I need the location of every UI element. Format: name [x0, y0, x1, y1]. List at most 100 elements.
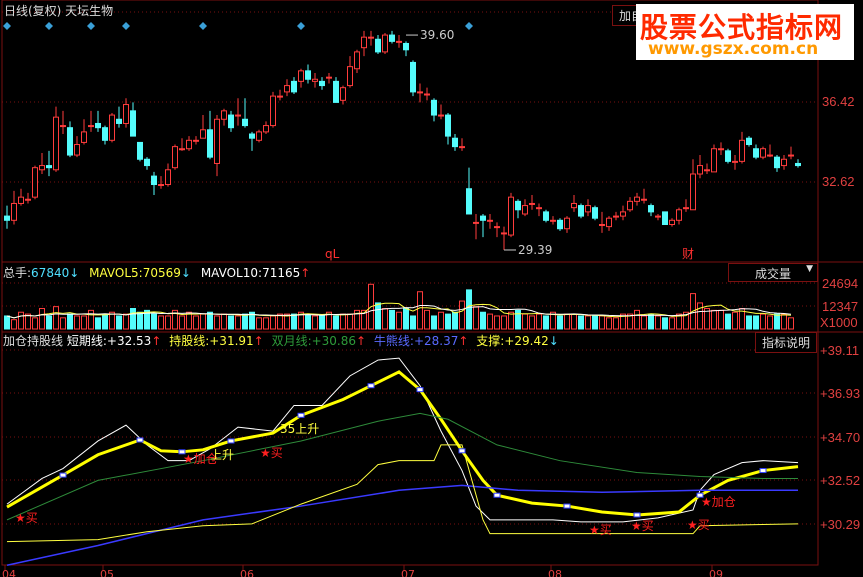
volume-bar: [60, 317, 66, 330]
volume-bar: [571, 313, 577, 330]
candle-down: [480, 215, 486, 221]
volume-bar: [165, 315, 171, 330]
candle-up: [417, 91, 423, 94]
volume-axis-label: 24694: [822, 276, 859, 291]
volume-bar: [452, 311, 458, 330]
volume-bar: [487, 313, 493, 330]
arrow-up-icon: ↑: [253, 334, 264, 348]
date-label: 06: [240, 568, 254, 577]
volume-bar: [214, 315, 220, 330]
candle-up: [221, 110, 227, 120]
candle-down: [753, 148, 759, 158]
selector-value: 成交量: [755, 267, 792, 281]
candle-up: [74, 144, 80, 156]
stock-chart-window: 日线(复权) 天坛生物 加自 股票公式指标网 www.gszx.com.cn 3…: [0, 0, 863, 577]
volume-bar: [599, 315, 605, 330]
candle-up: [284, 85, 290, 93]
volume-bar: [389, 309, 395, 330]
volume-bar: [669, 317, 675, 330]
indicator-line-双月线: [6, 412, 798, 521]
candle-up: [711, 148, 717, 173]
date-label: 04: [2, 568, 16, 577]
candle-up: [508, 196, 514, 236]
mavol5-value: 70569: [142, 266, 181, 280]
indicator-selector[interactable]: 成交量 ▼: [728, 263, 818, 282]
volume-bar: [753, 315, 759, 330]
indicator-line-牛熊线: [6, 484, 798, 566]
candle-up: [60, 125, 66, 128]
candle-up: [277, 95, 283, 98]
candle-down: [333, 80, 339, 103]
volume-bar: [46, 315, 52, 330]
candle-up: [32, 167, 38, 198]
chart-canvas[interactable]: [0, 0, 863, 577]
volume-bar: [4, 315, 10, 330]
arrow-down-icon: ↓: [69, 266, 80, 280]
volume-bar: [95, 317, 101, 330]
volume-bar: [18, 311, 24, 330]
volume-bar: [396, 311, 402, 330]
candle-down: [228, 114, 234, 129]
diamond-marker: [87, 22, 95, 30]
candle-up: [641, 198, 647, 201]
volume-bar: [459, 300, 465, 330]
candle-up: [606, 217, 612, 228]
signal-marker: ★买: [260, 445, 283, 460]
high-price-label: 39.60: [420, 28, 455, 43]
support-label: 支撑:: [476, 334, 505, 348]
chart-title: 日线(复权) 天坛生物: [4, 4, 114, 18]
signal-marker: ★买: [589, 522, 612, 537]
candle-up: [354, 51, 360, 70]
candle-up: [340, 87, 346, 101]
volume-bar: [116, 315, 122, 330]
candle-up: [676, 209, 682, 221]
candle-down: [207, 129, 213, 158]
volume-bar: [494, 315, 500, 330]
candle-up: [473, 221, 479, 224]
candle-down: [452, 137, 458, 148]
volume-bar: [186, 311, 192, 330]
signal-marker: ★加仓: [701, 495, 736, 510]
volume-bar: [256, 317, 262, 330]
indicator-name: 加仓持股线: [3, 334, 64, 348]
candle-up: [347, 66, 353, 87]
volume-bar: [340, 313, 346, 330]
signal-marker: ★买: [687, 517, 710, 532]
candle-down: [592, 207, 598, 219]
indicator-line-支撑: [6, 444, 799, 543]
candle-up: [550, 219, 556, 222]
arrow-down-icon: ↓: [180, 266, 191, 280]
volume-bar: [53, 306, 59, 330]
candle-up: [165, 169, 171, 186]
volume-bar: [277, 313, 283, 330]
diamond-marker: [45, 22, 53, 30]
volume-bar: [725, 313, 731, 330]
price-axis-label: 36.42: [822, 94, 855, 109]
volume-bar: [81, 315, 87, 330]
candle-down: [431, 99, 437, 116]
volume-bar: [767, 315, 773, 330]
volume-bar: [711, 309, 717, 330]
candle-up: [585, 205, 591, 213]
candle-up: [11, 202, 17, 221]
candle-down: [746, 137, 752, 146]
watermark-logo: 股票公式指标网 www.gszx.com.cn: [636, 4, 854, 60]
candle-down: [130, 110, 136, 137]
volume-bar: [760, 313, 766, 330]
hold-line-marker: [759, 468, 767, 474]
volume-bar: [291, 313, 297, 330]
candle-up: [571, 202, 577, 209]
volume-bar: [417, 291, 423, 330]
candle-down: [249, 133, 255, 139]
volume-bar: [480, 311, 486, 330]
volume-bar: [137, 311, 143, 330]
indicator-legend: 加仓持股线 短期线:+32.53↑ 持股线:+31.91↑ 双月线:+30.86…: [3, 334, 559, 348]
volume-bar: [410, 315, 416, 330]
diamond-marker: [465, 22, 473, 30]
candle-down: [662, 211, 668, 226]
arrow-up-icon: ↑: [300, 266, 311, 280]
candle-down: [578, 205, 584, 217]
candle-up: [326, 76, 332, 79]
support-value: +29.42: [504, 334, 549, 348]
indicator-help-button[interactable]: 指标说明: [755, 332, 818, 353]
